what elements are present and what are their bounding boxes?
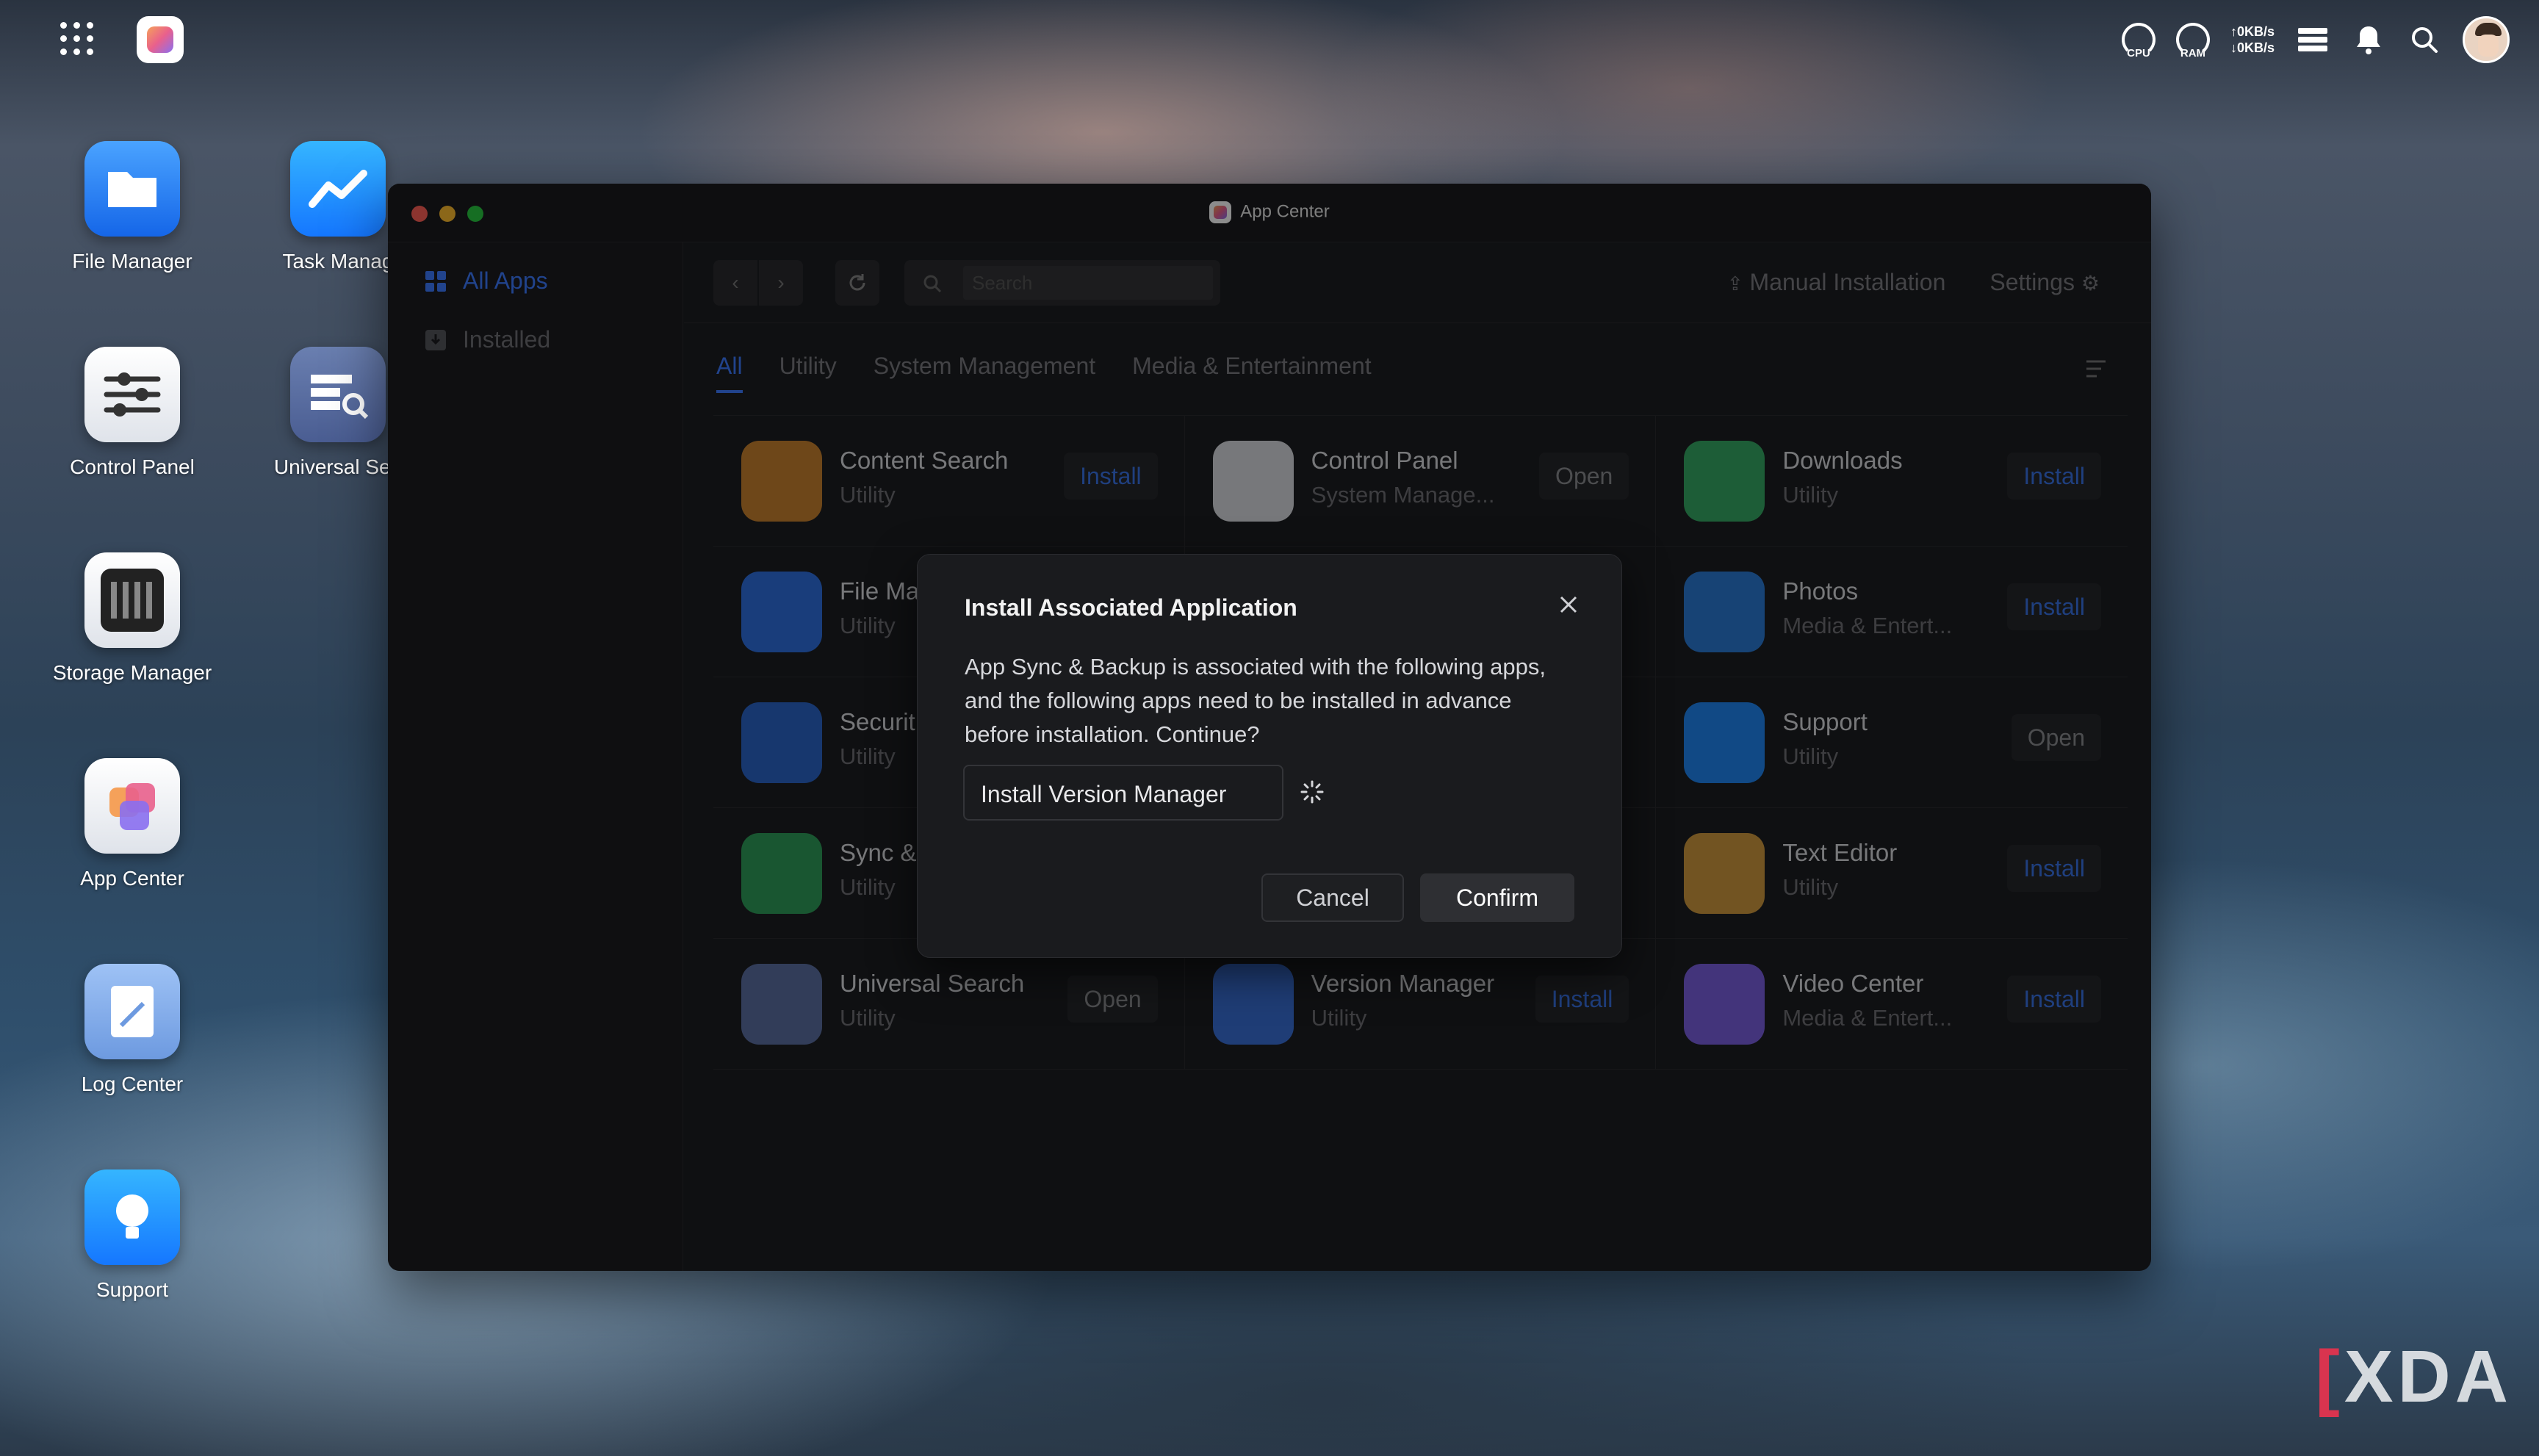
desktop-icon-app-center[interactable]: App Center [44,758,220,890]
app-center-taskbar-icon[interactable] [137,16,184,63]
desktop-icon-label: App Center [80,867,184,890]
top-bar: CPU RAM ↑0KB/s ↓0KB/s [0,0,2539,76]
dialog-title: Install Associated Application [965,594,1297,621]
desktop-icon-log-center[interactable]: Log Center [44,964,220,1096]
confirm-button[interactable]: Confirm [1420,873,1574,922]
net-upload: ↑0KB/s [2230,24,2275,39]
desktop-icon-label: File Manager [72,250,192,273]
watermark-text: XDA [2344,1336,2513,1418]
server-stack-icon[interactable] [2295,22,2330,57]
universal-search-icon [290,347,386,442]
user-avatar[interactable] [2463,16,2510,63]
log-center-icon [84,964,180,1059]
cpu-gauge-icon[interactable]: CPU [2121,23,2156,60]
loading-spinner-icon [1300,780,1324,804]
desktop-icon-label: Control Panel [70,455,195,478]
notification-bell-icon[interactable] [2351,22,2386,57]
support-icon [84,1170,180,1265]
desktop-icon-file-manager[interactable]: File Manager [44,141,220,273]
search-icon[interactable] [2407,22,2442,57]
desktop-icon-label: Log Center [81,1073,184,1095]
net-download: ↓0KB/s [2230,40,2275,55]
install-associated-dialog: Install Associated Application App Sync … [917,554,1622,958]
desktop-icon-control-panel[interactable]: Control Panel [44,347,220,479]
network-speed[interactable]: ↑0KB/s ↓0KB/s [2230,24,2275,56]
ram-gauge-icon[interactable]: RAM [2175,23,2210,60]
app-center-icon [84,758,180,854]
desktop-icon-label: Storage Manager [52,661,212,684]
close-icon[interactable] [1557,593,1580,616]
dialog-message: App Sync & Backup is associated with the… [965,654,1546,747]
desktop-icon-label: Support [96,1278,169,1301]
ram-label: RAM [2180,47,2206,60]
desktop-icon-storage-manager[interactable]: Storage Manager [44,552,220,685]
task-manager-icon [290,141,386,237]
desktop-icon-support[interactable]: Support [44,1170,220,1302]
control-panel-icon [84,347,180,442]
storage-manager-icon [84,552,180,648]
folder-icon [84,141,180,237]
xda-watermark: [XDA [2315,1336,2513,1418]
system-tray: CPU RAM ↑0KB/s ↓0KB/s [2121,16,2510,63]
dependency-item: Install Version Manager [963,765,1283,821]
cancel-button[interactable]: Cancel [1261,873,1404,922]
cpu-label: CPU [2127,47,2150,60]
app-launcher-icon[interactable] [60,22,94,56]
